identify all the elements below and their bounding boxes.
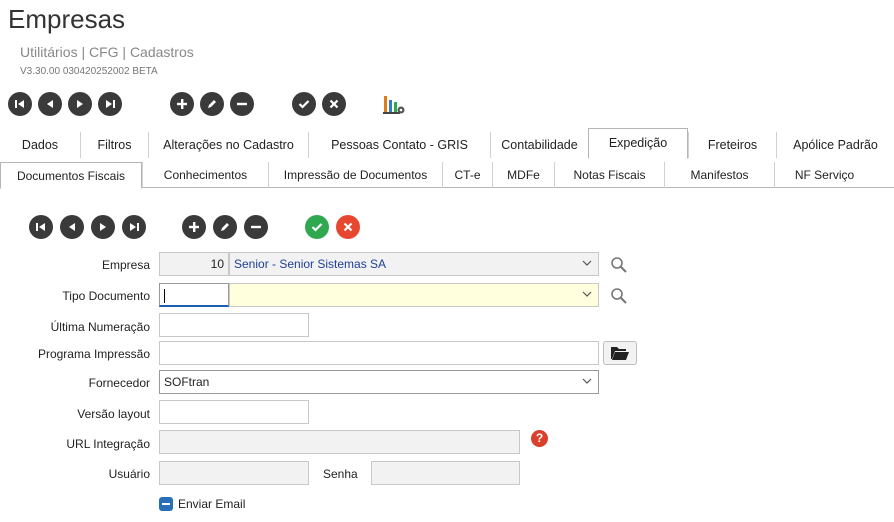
tab-pessoas-contato[interactable]: Pessoas Contato - GRIS bbox=[308, 132, 490, 158]
search-icon[interactable] bbox=[610, 256, 628, 274]
main-tabs: Dados Filtros Alterações no Cadastro Pes… bbox=[0, 128, 894, 159]
empresa-code-field[interactable]: 10 bbox=[159, 252, 229, 276]
edit-icon[interactable] bbox=[200, 92, 224, 116]
tipo-documento-label: Tipo Documento bbox=[62, 289, 150, 303]
tipo-documento-code-field[interactable] bbox=[159, 283, 229, 307]
chevron-down-icon bbox=[582, 291, 592, 297]
empresa-select-value: Senior - Senior Sistemas SA bbox=[234, 257, 387, 271]
tab-conhecimentos[interactable]: Conhecimentos bbox=[142, 162, 268, 188]
programa-impressao-field[interactable] bbox=[159, 341, 599, 365]
text-cursor bbox=[164, 288, 165, 303]
sub-tabs: Documentos Fiscais Conhecimentos Impress… bbox=[0, 162, 894, 189]
tab-expedicao[interactable]: Expedição bbox=[588, 128, 688, 159]
tab-filtros[interactable]: Filtros bbox=[80, 132, 148, 158]
page-title: Empresas bbox=[8, 4, 126, 34]
fornecedor-select-value: SOFtran bbox=[164, 375, 210, 389]
programa-impressao-label: Programa Impressão bbox=[37, 347, 150, 361]
fornecedor-label: Fornecedor bbox=[88, 376, 150, 390]
cancel-icon[interactable] bbox=[322, 92, 346, 116]
breadcrumb: Utilitários | CFG | Cadastros bbox=[20, 44, 194, 60]
tab-freteiros[interactable]: Freteiros bbox=[688, 132, 776, 158]
ultima-numeracao-field[interactable] bbox=[159, 313, 309, 337]
senha-field[interactable] bbox=[371, 461, 520, 485]
url-integracao-label: URL Integração bbox=[66, 437, 150, 451]
tab-alteracoes-cadastro[interactable]: Alterações no Cadastro bbox=[148, 132, 308, 158]
previous-record-icon[interactable] bbox=[38, 92, 62, 116]
tab-notas-fiscais[interactable]: Notas Fiscais bbox=[554, 162, 664, 188]
empresa-select[interactable]: Senior - Senior Sistemas SA bbox=[229, 252, 599, 276]
report-chart-icon[interactable] bbox=[382, 92, 406, 116]
empresa-label: Empresa bbox=[101, 258, 150, 272]
tab-manifestos[interactable]: Manifestos bbox=[664, 162, 774, 188]
previous-record-icon[interactable] bbox=[60, 215, 84, 239]
tab-dados[interactable]: Dados bbox=[0, 132, 80, 158]
add-icon[interactable] bbox=[170, 92, 194, 116]
confirm-icon[interactable] bbox=[292, 92, 316, 116]
last-record-icon[interactable] bbox=[98, 92, 122, 116]
usuario-label: Usuário bbox=[108, 467, 150, 481]
tipo-documento-select[interactable] bbox=[229, 283, 599, 307]
senha-label: Senha bbox=[323, 467, 358, 481]
url-integracao-field[interactable] bbox=[159, 430, 520, 454]
search-icon[interactable] bbox=[610, 287, 628, 305]
tab-documentos-fiscais[interactable]: Documentos Fiscais bbox=[0, 162, 142, 189]
tab-impressao-documentos[interactable]: Impressão de Documentos bbox=[268, 162, 442, 188]
edit-icon[interactable] bbox=[213, 215, 237, 239]
fornecedor-select[interactable]: SOFtran bbox=[159, 370, 599, 394]
add-icon[interactable] bbox=[182, 215, 206, 239]
first-record-icon[interactable] bbox=[29, 215, 53, 239]
next-record-icon[interactable] bbox=[91, 215, 115, 239]
next-record-icon[interactable] bbox=[68, 92, 92, 116]
version-label: V3.30.00 030420252002 BETA bbox=[20, 66, 158, 77]
remove-icon[interactable] bbox=[244, 215, 268, 239]
tab-contabilidade[interactable]: Contabilidade bbox=[490, 132, 588, 158]
versao-layout-label: Versão layout bbox=[77, 407, 150, 421]
cancel-icon[interactable] bbox=[336, 215, 360, 239]
enviar-email-label: Enviar Email bbox=[178, 497, 246, 511]
chevron-down-icon bbox=[582, 378, 592, 384]
tab-mdfe[interactable]: MDFe bbox=[492, 162, 554, 188]
ultima-numeracao-label: Última Numeração bbox=[50, 320, 150, 334]
first-record-icon[interactable] bbox=[8, 92, 32, 116]
last-record-icon[interactable] bbox=[122, 215, 146, 239]
remove-icon[interactable] bbox=[230, 92, 254, 116]
tab-nf-servico[interactable]: NF Serviço bbox=[774, 162, 874, 188]
help-icon[interactable]: ? bbox=[531, 430, 548, 447]
tab-cte[interactable]: CT-e bbox=[442, 162, 492, 188]
enviar-email-checkbox[interactable] bbox=[159, 497, 173, 511]
tab-apolice-padrao[interactable]: Apólice Padrão bbox=[776, 132, 894, 158]
folder-open-icon bbox=[611, 347, 629, 360]
browse-folder-button[interactable] bbox=[603, 341, 637, 365]
usuario-field[interactable] bbox=[159, 461, 309, 485]
confirm-icon[interactable] bbox=[305, 215, 329, 239]
versao-layout-field[interactable] bbox=[159, 400, 309, 424]
chevron-down-icon bbox=[582, 260, 592, 266]
